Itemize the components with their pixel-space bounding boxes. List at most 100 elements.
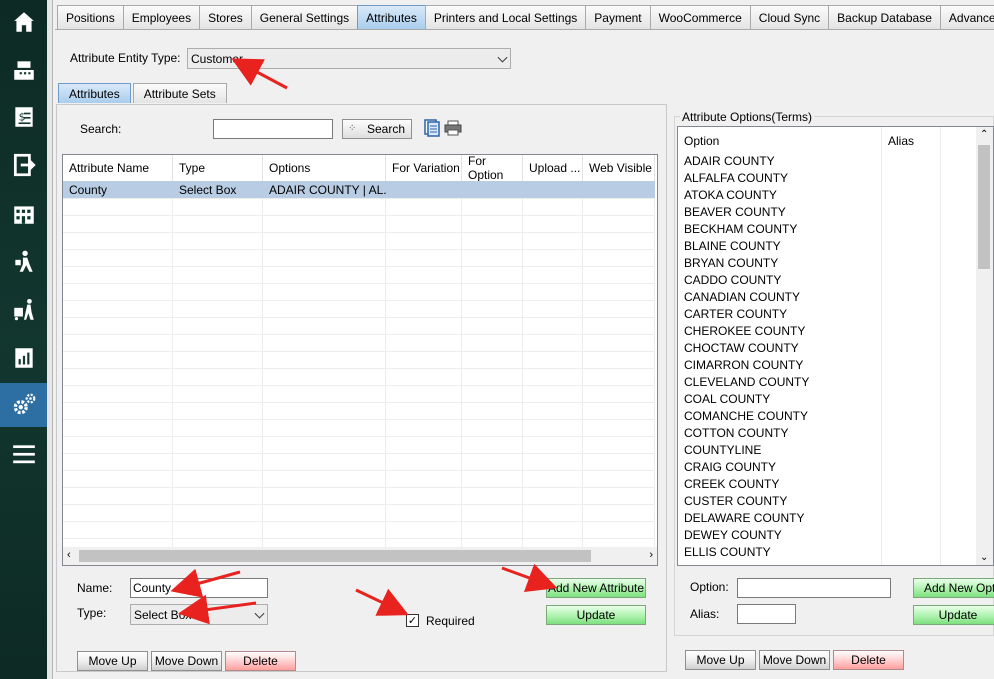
- list-item[interactable]: CHEROKEE COUNTY: [684, 322, 805, 339]
- type-select[interactable]: Select Box: [130, 604, 268, 625]
- list-item[interactable]: DEWEY COUNTY: [684, 526, 782, 543]
- move-up-button[interactable]: Move Up: [77, 651, 148, 671]
- chevron-right-icon[interactable]: ›: [649, 549, 653, 561]
- column-header-alias[interactable]: Alias: [882, 132, 942, 149]
- option-input[interactable]: [737, 578, 891, 598]
- column-header[interactable]: For Variation: [386, 155, 462, 181]
- logout-icon[interactable]: [0, 143, 47, 187]
- list-item[interactable]: BEAVER COUNTY: [684, 203, 786, 220]
- column-header[interactable]: Options: [263, 155, 386, 181]
- chevron-down-icon: [497, 52, 508, 63]
- list-item[interactable]: COMANCHE COUNTY: [684, 407, 808, 424]
- grid-line: [63, 538, 655, 539]
- tab-employees[interactable]: Employees: [122, 5, 201, 29]
- grid-line: [654, 181, 655, 547]
- grid-line: [582, 181, 583, 547]
- list-item[interactable]: CUSTER COUNTY: [684, 492, 787, 509]
- check-icon: ✓: [407, 615, 418, 627]
- settings-icon[interactable]: [0, 383, 47, 427]
- home-icon[interactable]: [0, 0, 47, 44]
- list-item[interactable]: COAL COUNTY: [684, 390, 770, 407]
- grid-line: [63, 402, 655, 403]
- add-new-option-button[interactable]: Add New Optio: [913, 578, 994, 598]
- entity-type-select[interactable]: Customer: [187, 48, 511, 69]
- list-item[interactable]: CHOCTAW COUNTY: [684, 339, 799, 356]
- column-header[interactable]: For Option: [462, 155, 523, 182]
- list-item[interactable]: BLAINE COUNTY: [684, 237, 781, 254]
- scrollbar-thumb[interactable]: [79, 550, 591, 562]
- list-item[interactable]: CADDO COUNTY: [684, 271, 781, 288]
- scrollbar-thumb[interactable]: [978, 145, 990, 269]
- option-move-up-button[interactable]: Move Up: [685, 650, 756, 670]
- list-item[interactable]: CIMARRON COUNTY: [684, 356, 803, 373]
- list-item[interactable]: ATOKA COUNTY: [684, 186, 777, 203]
- grid-line: [262, 181, 263, 547]
- search-input[interactable]: [213, 119, 333, 139]
- vertical-scrollbar[interactable]: ⌃ ⌄: [976, 127, 993, 565]
- tab-payment[interactable]: Payment: [585, 5, 651, 29]
- list-item[interactable]: BRYAN COUNTY: [684, 254, 778, 271]
- alias-input[interactable]: [737, 604, 796, 624]
- list-item[interactable]: ADAIR COUNTY: [684, 152, 775, 169]
- list-item[interactable]: COTTON COUNTY: [684, 424, 788, 441]
- list-item[interactable]: CREEK COUNTY: [684, 475, 779, 492]
- tab-advanced[interactable]: Advanced: [939, 5, 994, 29]
- column-header[interactable]: Upload ...: [523, 155, 583, 181]
- tab-backup-database[interactable]: Backup Database: [828, 5, 941, 29]
- delivery-icon[interactable]: [0, 240, 47, 284]
- attribute-options-list[interactable]: Option Alias ⌃ ⌄ ADAIR COUNTY ALFALFA COU…: [677, 126, 994, 566]
- report-icon[interactable]: [0, 336, 47, 380]
- update-option-button[interactable]: Update: [913, 605, 994, 625]
- name-input[interactable]: County: [130, 578, 268, 598]
- tab-attribute-sets[interactable]: Attribute Sets: [132, 83, 227, 103]
- store-icon[interactable]: [0, 192, 47, 236]
- chevron-down-icon[interactable]: ⌄: [980, 552, 988, 563]
- tab-general-settings[interactable]: General Settings: [250, 5, 359, 29]
- grid-line: [63, 232, 655, 233]
- list-item[interactable]: CLEVELAND COUNTY: [684, 373, 809, 390]
- list-item[interactable]: DELAWARE COUNTY: [684, 509, 804, 526]
- grid-line: [522, 181, 523, 547]
- list-item[interactable]: ELLIS COUNTY: [684, 543, 771, 560]
- column-header[interactable]: Web Visible: [583, 155, 655, 181]
- required-checkbox[interactable]: ✓: [406, 614, 419, 627]
- option-move-down-button[interactable]: Move Down: [759, 650, 830, 670]
- list-item[interactable]: BECKHAM COUNTY: [684, 220, 797, 237]
- menu-icon[interactable]: [0, 432, 47, 476]
- tab-positions[interactable]: Positions: [57, 5, 124, 29]
- list-item[interactable]: CRAIG COUNTY: [684, 458, 776, 475]
- delete-attribute-button[interactable]: Delete: [225, 651, 296, 671]
- column-header-option[interactable]: Option: [678, 132, 878, 149]
- tab-stores[interactable]: Stores: [199, 5, 252, 29]
- cash-register-icon[interactable]: [0, 48, 47, 92]
- column-header[interactable]: Type: [173, 155, 263, 181]
- horizontal-scrollbar[interactable]: ‹ ›: [63, 547, 657, 565]
- search-button[interactable]: ⁘ Search: [342, 119, 412, 139]
- list-item[interactable]: ALFALFA COUNTY: [684, 169, 788, 186]
- invoice-icon[interactable]: $: [0, 95, 47, 139]
- printer-icon[interactable]: [444, 120, 462, 136]
- move-down-button[interactable]: Move Down: [151, 651, 222, 671]
- attributes-grid[interactable]: ‹ › Attribute Name Type Options For Variati…: [62, 154, 658, 566]
- list-item[interactable]: CARTER COUNTY: [684, 305, 787, 322]
- grid-line: [63, 453, 655, 454]
- chevron-up-icon[interactable]: ⌃: [980, 129, 988, 140]
- update-attribute-button[interactable]: Update: [546, 605, 646, 625]
- tab-attributes[interactable]: Attributes: [357, 5, 426, 29]
- splitter[interactable]: [47, 0, 53, 679]
- option-delete-button[interactable]: Delete: [833, 650, 904, 670]
- copy-icon[interactable]: [424, 119, 440, 137]
- tab-attributes-sub[interactable]: Attributes: [58, 83, 131, 103]
- tab-cloud-sync[interactable]: Cloud Sync: [749, 5, 830, 29]
- hand-truck-icon[interactable]: [0, 288, 47, 332]
- attribute-options-title: Attribute Options(Terms): [680, 110, 815, 124]
- grid-line: [63, 266, 655, 267]
- tab-woocommerce[interactable]: WooCommerce: [649, 5, 751, 29]
- column-header[interactable]: Attribute Name: [63, 155, 173, 181]
- tab-printers-and-local-settings[interactable]: Printers and Local Settings: [424, 5, 587, 29]
- search-icon: ⁘: [348, 123, 357, 134]
- list-item[interactable]: COUNTYLINE: [684, 441, 761, 458]
- list-item[interactable]: CANADIAN COUNTY: [684, 288, 800, 305]
- add-new-attribute-button[interactable]: Add New Attribute: [546, 578, 646, 598]
- chevron-left-icon[interactable]: ‹: [67, 549, 71, 561]
